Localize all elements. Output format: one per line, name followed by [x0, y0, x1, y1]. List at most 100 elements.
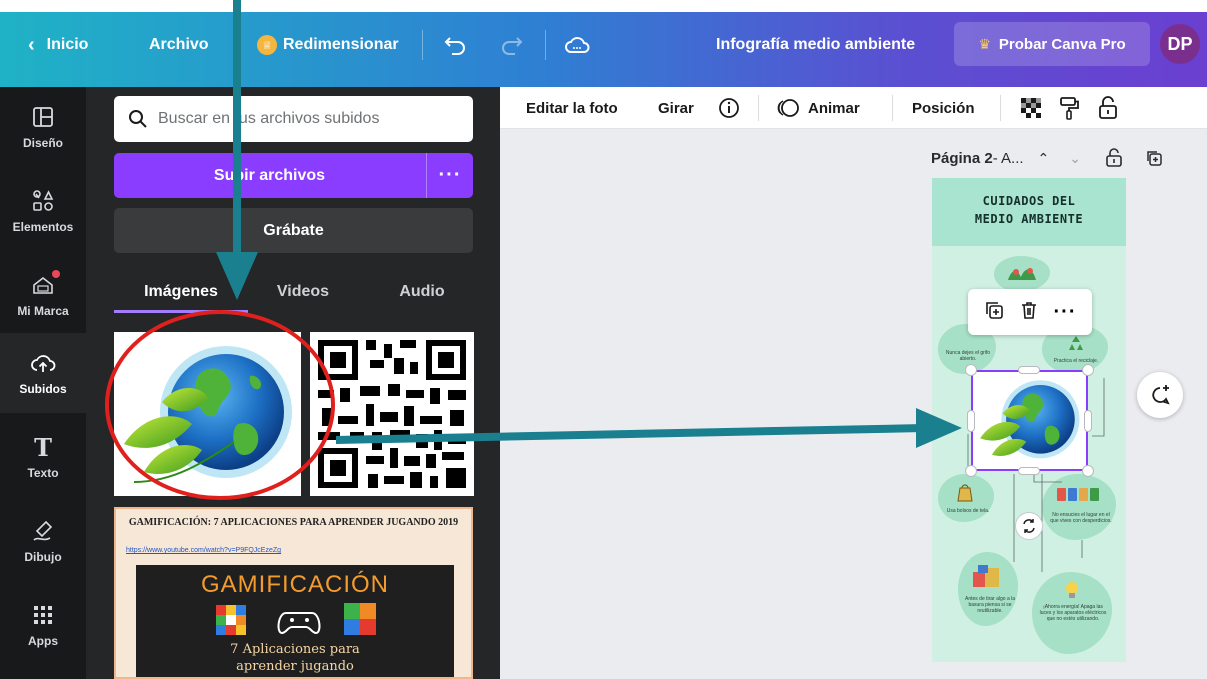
slide-heading: GAMIFICACIÓN	[200, 571, 389, 598]
brand-icon	[30, 270, 60, 298]
doc-link: https://www.youtube.com/watch?v=P9FQJcEz…	[126, 547, 282, 554]
lock-button[interactable]	[1098, 87, 1118, 129]
chevron-down-icon[interactable]: ⌄	[1069, 150, 1081, 167]
page-title-truncated[interactable]: - A...	[993, 150, 1024, 167]
resize-label: Redimensionar	[283, 36, 399, 53]
rail-item-text[interactable]: T Texto	[0, 417, 86, 497]
resize-handle-e[interactable]	[1084, 410, 1092, 432]
home-label: Inicio	[46, 36, 89, 53]
transparency-button[interactable]	[1020, 87, 1042, 129]
more-options-button[interactable]: ···	[1054, 301, 1077, 324]
avatar[interactable]: DP	[1160, 24, 1200, 64]
earth-leaves-image	[124, 346, 292, 483]
file-menu-button[interactable]: Archivo	[149, 32, 209, 58]
rail-label: Dibujo	[24, 550, 62, 564]
more-dots-icon: ···	[1053, 300, 1077, 323]
position-button[interactable]: Posición	[912, 87, 975, 129]
search-box[interactable]	[114, 96, 473, 142]
edit-photo-button[interactable]: Editar la foto	[526, 87, 618, 129]
rail-label: Texto	[27, 466, 59, 480]
resize-handle-w[interactable]	[967, 410, 975, 432]
rail-item-brand[interactable]: Mi Marca	[0, 255, 86, 335]
game-icons-image	[216, 603, 376, 635]
upload-thumb-document[interactable]: GAMIFICACIÓN: 7 APLICACIONES PARA APREND…	[114, 507, 473, 679]
search-icon	[129, 110, 147, 128]
tab-audio[interactable]: Audio	[372, 277, 472, 313]
transparency-icon	[1021, 98, 1041, 118]
qr-code-image	[310, 332, 474, 496]
add-comment-button[interactable]	[1137, 372, 1183, 418]
upload-thumb-qr[interactable]	[310, 332, 474, 496]
media-tabs: Imágenes Videos Audio	[114, 277, 473, 313]
trash-icon	[1021, 301, 1036, 319]
topbar-divider	[545, 30, 546, 60]
slide-line-2: aprender jugando	[236, 659, 354, 674]
chevron-left-icon: ‹	[28, 33, 35, 56]
redo-icon	[502, 37, 523, 55]
design-title[interactable]: Infografía medio ambiente	[716, 32, 915, 58]
selected-image[interactable]	[971, 370, 1088, 471]
element-float-menu: ···	[968, 289, 1092, 335]
animate-button[interactable]: Animar	[776, 87, 860, 129]
delete-button[interactable]	[1019, 300, 1039, 325]
redo-button[interactable]	[501, 32, 523, 58]
top-bar: ‹ Inicio Archivo ♕ Redimensionar Infogra…	[0, 0, 1207, 87]
rotate-handle[interactable]	[1015, 512, 1043, 540]
record-yourself-button[interactable]: Grábate	[114, 208, 473, 253]
search-input[interactable]	[158, 110, 458, 128]
rail-label: Subidos	[19, 382, 67, 396]
upload-files-button[interactable]: Subir archivos ···	[114, 153, 473, 198]
resize-button[interactable]: ♕ Redimensionar	[257, 32, 399, 58]
rail-item-design[interactable]: Diseño	[0, 87, 86, 167]
paint-roller-icon	[1060, 97, 1079, 120]
slide-subtitle: 7 Aplicaciones para aprender jugando	[136, 641, 454, 675]
resize-handle-se[interactable]	[1082, 465, 1094, 477]
copy-style-button[interactable]	[1058, 87, 1080, 129]
more-dots-icon: ···	[438, 164, 462, 186]
rotate-button[interactable]: Girar	[658, 87, 694, 129]
home-button[interactable]: ‹ Inicio	[28, 32, 88, 58]
resize-handle-ne[interactable]	[1082, 364, 1094, 376]
toolbar-divider	[892, 95, 893, 121]
unlock-icon	[1106, 148, 1122, 167]
undo-button[interactable]	[444, 32, 466, 58]
rail-label: Diseño	[22, 136, 63, 150]
rail-item-apps[interactable]: Apps	[0, 585, 86, 665]
layout-icon	[30, 104, 56, 130]
topbar-divider	[422, 30, 423, 60]
page-bar: Página 2 - A... ⌃ ⌄	[931, 145, 1163, 171]
tab-images[interactable]: Imágenes	[114, 277, 248, 313]
info-icon	[719, 98, 739, 118]
duplicate-page-icon	[1147, 151, 1162, 166]
context-toolbar: Editar la foto Girar Animar Posición	[500, 87, 1207, 129]
doc-slide: GAMIFICACIÓN 7 Aplicaciones para aprende…	[136, 565, 454, 677]
resize-handle-nw[interactable]	[965, 364, 977, 376]
duplicate-button[interactable]	[984, 300, 1004, 325]
toolbar-divider	[758, 95, 759, 121]
unlock-icon	[1099, 96, 1117, 119]
rail-label: Elementos	[12, 220, 74, 234]
toolbar-divider	[1000, 95, 1001, 121]
resize-handle-sw[interactable]	[965, 465, 977, 477]
duplicate-icon	[985, 301, 1003, 319]
animate-icon	[777, 99, 799, 117]
upload-thumb-earth[interactable]	[114, 332, 301, 496]
rail-label: Apps	[28, 634, 58, 648]
chevron-up-icon[interactable]: ⌃	[1038, 150, 1050, 167]
rail-item-elements[interactable]: Elementos	[0, 171, 86, 251]
browser-strip	[0, 0, 1207, 12]
crown-icon: ♕	[257, 35, 277, 55]
cloud-save-button[interactable]	[564, 32, 590, 58]
info-button[interactable]	[718, 87, 740, 129]
rail-item-draw[interactable]: Dibujo	[0, 501, 86, 581]
resize-handle-n[interactable]	[1018, 366, 1040, 374]
tab-videos[interactable]: Videos	[248, 277, 358, 313]
resize-handle-s[interactable]	[1018, 467, 1040, 475]
earth-leaves-image	[980, 380, 1080, 459]
upload-more-button[interactable]: ···	[426, 153, 473, 198]
comment-add-icon	[1152, 385, 1170, 405]
uploads-panel: Subir archivos ··· Grábate Imágenes Vide…	[86, 87, 500, 679]
try-pro-button[interactable]: ♛ Probar Canva Pro	[954, 22, 1150, 66]
page-label: Página 2	[931, 149, 993, 167]
rail-item-uploads[interactable]: Subidos	[0, 333, 86, 413]
